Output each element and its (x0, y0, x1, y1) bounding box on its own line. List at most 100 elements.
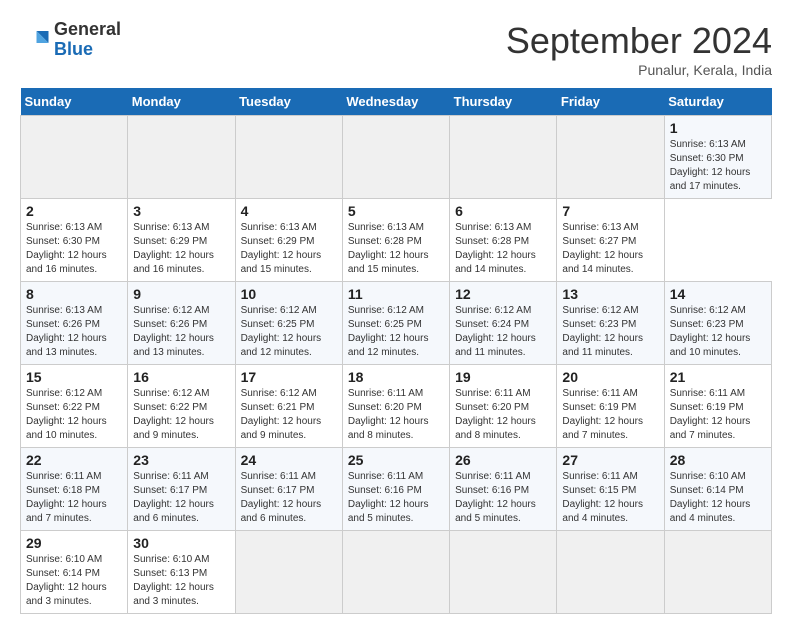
calendar-cell: 28 Sunrise: 6:10 AMSunset: 6:14 PMDaylig… (664, 448, 771, 531)
calendar-cell: 20 Sunrise: 6:11 AMSunset: 6:19 PMDaylig… (557, 365, 664, 448)
calendar-cell-empty (235, 116, 342, 199)
day-number: 29 (26, 535, 122, 551)
day-info: Sunrise: 6:13 AMSunset: 6:30 PMDaylight:… (26, 222, 107, 275)
calendar-cell: 1 Sunrise: 6:13 AMSunset: 6:30 PMDayligh… (664, 116, 771, 199)
calendar-cell-empty (664, 531, 771, 614)
calendar-table: SundayMondayTuesdayWednesdayThursdayFrid… (20, 88, 772, 614)
day-info: Sunrise: 6:11 AMSunset: 6:16 PMDaylight:… (348, 471, 429, 524)
day-info: Sunrise: 6:11 AMSunset: 6:17 PMDaylight:… (241, 471, 322, 524)
weekday-header-wednesday: Wednesday (342, 88, 449, 116)
day-number: 22 (26, 452, 122, 468)
calendar-cell-empty (21, 116, 128, 199)
calendar-cell-empty (450, 116, 557, 199)
day-info: Sunrise: 6:12 AMSunset: 6:24 PMDaylight:… (455, 305, 536, 358)
day-number: 20 (562, 369, 658, 385)
month-title: September 2024 (506, 20, 772, 62)
day-number: 9 (133, 286, 229, 302)
calendar-week-row: 8 Sunrise: 6:13 AMSunset: 6:26 PMDayligh… (21, 282, 772, 365)
day-number: 26 (455, 452, 551, 468)
logo-general: General (54, 20, 121, 40)
day-number: 7 (562, 203, 658, 219)
day-number: 6 (455, 203, 551, 219)
day-info: Sunrise: 6:13 AMSunset: 6:28 PMDaylight:… (348, 222, 429, 275)
day-number: 15 (26, 369, 122, 385)
calendar-cell: 17 Sunrise: 6:12 AMSunset: 6:21 PMDaylig… (235, 365, 342, 448)
calendar-cell-empty (342, 116, 449, 199)
calendar-cell: 23 Sunrise: 6:11 AMSunset: 6:17 PMDaylig… (128, 448, 235, 531)
calendar-cell: 7 Sunrise: 6:13 AMSunset: 6:27 PMDayligh… (557, 199, 664, 282)
day-number: 4 (241, 203, 337, 219)
day-info: Sunrise: 6:11 AMSunset: 6:20 PMDaylight:… (455, 388, 536, 441)
day-info: Sunrise: 6:12 AMSunset: 6:25 PMDaylight:… (348, 305, 429, 358)
calendar-cell: 22 Sunrise: 6:11 AMSunset: 6:18 PMDaylig… (21, 448, 128, 531)
day-info: Sunrise: 6:12 AMSunset: 6:25 PMDaylight:… (241, 305, 322, 358)
day-info: Sunrise: 6:11 AMSunset: 6:15 PMDaylight:… (562, 471, 643, 524)
weekday-header-thursday: Thursday (450, 88, 557, 116)
weekday-header-row: SundayMondayTuesdayWednesdayThursdayFrid… (21, 88, 772, 116)
calendar-cell: 13 Sunrise: 6:12 AMSunset: 6:23 PMDaylig… (557, 282, 664, 365)
title-block: September 2024 Punalur, Kerala, India (506, 20, 772, 78)
calendar-cell: 27 Sunrise: 6:11 AMSunset: 6:15 PMDaylig… (557, 448, 664, 531)
day-info: Sunrise: 6:10 AMSunset: 6:14 PMDaylight:… (670, 471, 751, 524)
day-number: 5 (348, 203, 444, 219)
calendar-cell-empty (128, 116, 235, 199)
day-info: Sunrise: 6:12 AMSunset: 6:22 PMDaylight:… (26, 388, 107, 441)
day-number: 2 (26, 203, 122, 219)
day-info: Sunrise: 6:12 AMSunset: 6:21 PMDaylight:… (241, 388, 322, 441)
day-info: Sunrise: 6:11 AMSunset: 6:16 PMDaylight:… (455, 471, 536, 524)
calendar-cell: 9 Sunrise: 6:12 AMSunset: 6:26 PMDayligh… (128, 282, 235, 365)
calendar-week-row: 15 Sunrise: 6:12 AMSunset: 6:22 PMDaylig… (21, 365, 772, 448)
logo-icon (20, 25, 50, 55)
day-info: Sunrise: 6:11 AMSunset: 6:19 PMDaylight:… (562, 388, 643, 441)
day-number: 18 (348, 369, 444, 385)
day-number: 19 (455, 369, 551, 385)
page-header: General Blue September 2024 Punalur, Ker… (20, 20, 772, 78)
logo-text: General Blue (54, 20, 121, 60)
day-info: Sunrise: 6:13 AMSunset: 6:27 PMDaylight:… (562, 222, 643, 275)
calendar-cell: 10 Sunrise: 6:12 AMSunset: 6:25 PMDaylig… (235, 282, 342, 365)
day-number: 8 (26, 286, 122, 302)
calendar-cell: 5 Sunrise: 6:13 AMSunset: 6:28 PMDayligh… (342, 199, 449, 282)
calendar-cell: 29 Sunrise: 6:10 AMSunset: 6:14 PMDaylig… (21, 531, 128, 614)
logo: General Blue (20, 20, 121, 60)
calendar-week-row: 29 Sunrise: 6:10 AMSunset: 6:14 PMDaylig… (21, 531, 772, 614)
day-number: 10 (241, 286, 337, 302)
calendar-cell: 18 Sunrise: 6:11 AMSunset: 6:20 PMDaylig… (342, 365, 449, 448)
day-number: 27 (562, 452, 658, 468)
day-number: 25 (348, 452, 444, 468)
day-info: Sunrise: 6:12 AMSunset: 6:23 PMDaylight:… (670, 305, 751, 358)
day-number: 12 (455, 286, 551, 302)
day-number: 16 (133, 369, 229, 385)
day-info: Sunrise: 6:13 AMSunset: 6:30 PMDaylight:… (670, 139, 751, 192)
calendar-week-row: 2 Sunrise: 6:13 AMSunset: 6:30 PMDayligh… (21, 199, 772, 282)
day-info: Sunrise: 6:10 AMSunset: 6:13 PMDaylight:… (133, 554, 214, 607)
location-subtitle: Punalur, Kerala, India (506, 62, 772, 78)
day-number: 3 (133, 203, 229, 219)
weekday-header-saturday: Saturday (664, 88, 771, 116)
day-info: Sunrise: 6:13 AMSunset: 6:28 PMDaylight:… (455, 222, 536, 275)
calendar-cell: 11 Sunrise: 6:12 AMSunset: 6:25 PMDaylig… (342, 282, 449, 365)
day-info: Sunrise: 6:11 AMSunset: 6:18 PMDaylight:… (26, 471, 107, 524)
calendar-cell-empty (342, 531, 449, 614)
calendar-week-row: 22 Sunrise: 6:11 AMSunset: 6:18 PMDaylig… (21, 448, 772, 531)
day-number: 11 (348, 286, 444, 302)
day-info: Sunrise: 6:11 AMSunset: 6:20 PMDaylight:… (348, 388, 429, 441)
calendar-cell: 21 Sunrise: 6:11 AMSunset: 6:19 PMDaylig… (664, 365, 771, 448)
calendar-cell: 12 Sunrise: 6:12 AMSunset: 6:24 PMDaylig… (450, 282, 557, 365)
day-info: Sunrise: 6:13 AMSunset: 6:29 PMDaylight:… (241, 222, 322, 275)
calendar-cell-empty (557, 531, 664, 614)
day-number: 30 (133, 535, 229, 551)
day-number: 1 (670, 120, 766, 136)
calendar-cell: 16 Sunrise: 6:12 AMSunset: 6:22 PMDaylig… (128, 365, 235, 448)
day-number: 28 (670, 452, 766, 468)
day-info: Sunrise: 6:12 AMSunset: 6:22 PMDaylight:… (133, 388, 214, 441)
calendar-cell: 26 Sunrise: 6:11 AMSunset: 6:16 PMDaylig… (450, 448, 557, 531)
day-info: Sunrise: 6:11 AMSunset: 6:19 PMDaylight:… (670, 388, 751, 441)
day-info: Sunrise: 6:13 AMSunset: 6:29 PMDaylight:… (133, 222, 214, 275)
day-number: 13 (562, 286, 658, 302)
day-info: Sunrise: 6:12 AMSunset: 6:26 PMDaylight:… (133, 305, 214, 358)
calendar-cell: 8 Sunrise: 6:13 AMSunset: 6:26 PMDayligh… (21, 282, 128, 365)
calendar-cell-empty (450, 531, 557, 614)
day-number: 17 (241, 369, 337, 385)
calendar-cell: 30 Sunrise: 6:10 AMSunset: 6:13 PMDaylig… (128, 531, 235, 614)
